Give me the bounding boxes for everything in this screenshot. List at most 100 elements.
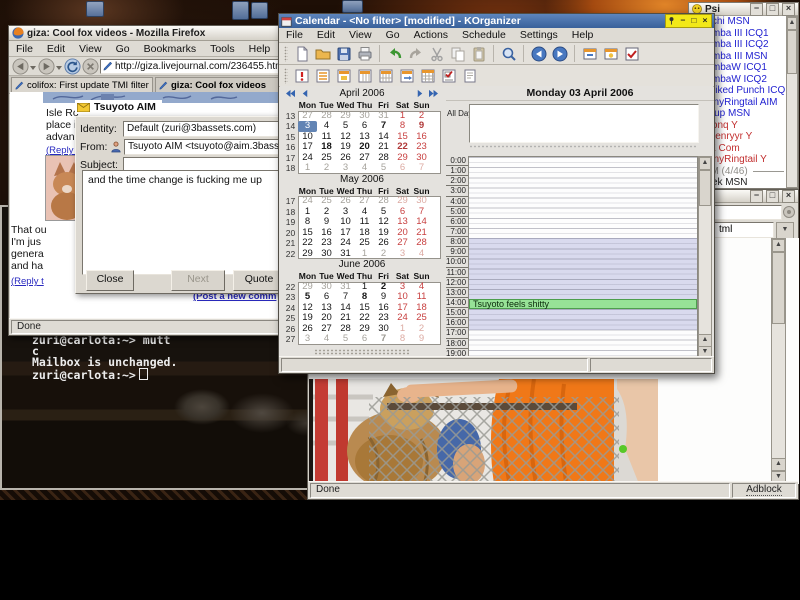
scroll-up-icon[interactable]: ▲ xyxy=(699,157,711,170)
calendar-day[interactable]: 3 xyxy=(298,334,317,345)
psi-scrollbar[interactable]: ▲ xyxy=(786,16,798,188)
next-days-icon[interactable] xyxy=(396,66,417,85)
find-icon[interactable] xyxy=(498,44,519,63)
tab-giza[interactable]: giza: Cool fox videos xyxy=(155,77,297,93)
calendar-day[interactable]: 13 xyxy=(393,217,412,228)
scroll-up-icon[interactable]: ▲ xyxy=(771,458,786,471)
previous-year-icon[interactable] xyxy=(284,88,297,99)
toolbar-grip[interactable] xyxy=(284,68,288,84)
menu-item-actions[interactable]: Actions xyxy=(407,28,455,42)
calendar-day[interactable]: 30 xyxy=(317,249,336,260)
show-todo-icon[interactable] xyxy=(621,44,642,63)
menu-item-file[interactable]: File xyxy=(9,42,40,56)
calendar-day[interactable]: 10 xyxy=(393,292,412,303)
undo-icon[interactable] xyxy=(384,44,405,63)
desktop-icon[interactable] xyxy=(86,1,104,17)
desktop-icon[interactable] xyxy=(232,1,249,20)
calendar-day[interactable]: 2 xyxy=(317,163,336,174)
pin-icon[interactable] xyxy=(667,16,677,26)
calendar-day[interactable]: 10 xyxy=(336,217,355,228)
firefox-titlebar[interactable]: giza: Cool fox videos - Mozilla Firefox xyxy=(9,26,299,41)
minimize-icon[interactable]: − xyxy=(750,3,763,16)
all-day-events-box[interactable] xyxy=(469,104,699,143)
calendar-day[interactable]: 25 xyxy=(317,196,336,207)
close-icon[interactable]: × xyxy=(782,190,795,203)
menu-item-edit[interactable]: Edit xyxy=(310,28,342,42)
week-icon[interactable] xyxy=(375,66,396,85)
calendar-day[interactable]: 4 xyxy=(355,163,374,174)
calendar-day[interactable]: 28 xyxy=(374,196,393,207)
calendar-day[interactable]: 27 xyxy=(355,196,374,207)
menu-item-help[interactable]: Help xyxy=(242,42,278,56)
go-back-icon[interactable] xyxy=(528,44,549,63)
calendar-day[interactable]: 9 xyxy=(412,121,431,132)
scroll-up-icon[interactable]: ▲ xyxy=(787,17,797,30)
todo-list-icon[interactable] xyxy=(438,66,459,85)
calendar-day[interactable]: 4 xyxy=(317,121,336,132)
desktop-icon[interactable] xyxy=(251,2,268,19)
calendar-day[interactable]: 27 xyxy=(393,238,412,249)
calendar-day[interactable]: 29 xyxy=(393,196,412,207)
calendar-day[interactable]: 20 xyxy=(355,142,374,153)
calendar-day[interactable]: 23 xyxy=(374,313,393,324)
splitter-handle[interactable] xyxy=(469,145,697,148)
calendar-day[interactable]: 1 xyxy=(298,163,317,174)
calendar-day[interactable]: 7 xyxy=(374,334,393,345)
calendar-day[interactable]: 30 xyxy=(412,196,431,207)
scrollbar-thumb[interactable] xyxy=(699,170,711,206)
calendar-day[interactable]: 6 xyxy=(355,121,374,132)
menu-item-bookmarks[interactable]: Bookmarks xyxy=(137,42,204,56)
menu-item-file[interactable]: File xyxy=(279,28,310,42)
scrollbar-thumb[interactable] xyxy=(787,30,797,74)
agenda-scrollbar[interactable]: ▲ ▲ ▼ xyxy=(698,156,712,359)
calendar-day[interactable]: 4 xyxy=(317,334,336,345)
scrollbar-thumb[interactable] xyxy=(772,252,785,324)
calendar-day[interactable]: 24 xyxy=(298,196,317,207)
next-year-icon[interactable] xyxy=(427,88,440,99)
calendar-day[interactable]: 23 xyxy=(317,238,336,249)
show-week-icon[interactable] xyxy=(600,44,621,63)
print-icon[interactable] xyxy=(354,44,375,63)
browser2-scrollbar[interactable]: ▲ ▲ ▼ xyxy=(771,238,786,484)
whats-next-icon[interactable] xyxy=(291,66,312,85)
calendar-day[interactable]: 8 xyxy=(298,217,317,228)
list-icon[interactable] xyxy=(312,66,333,85)
calendar-day[interactable]: 9 xyxy=(374,292,393,303)
month-icon[interactable] xyxy=(417,66,438,85)
calendar-day[interactable]: 5 xyxy=(336,121,355,132)
calendar-day[interactable]: 22 xyxy=(393,142,412,153)
calendar-day[interactable]: 21 xyxy=(374,142,393,153)
back-dropdown-icon[interactable] xyxy=(30,66,36,73)
identity-field[interactable]: Default (zuri@3bassets.com) xyxy=(123,121,290,137)
menu-item-edit[interactable]: Edit xyxy=(40,42,72,56)
open-folder-icon[interactable] xyxy=(312,44,333,63)
new-document-icon[interactable] xyxy=(291,44,312,63)
close-icon[interactable]: × xyxy=(700,16,710,26)
calendar-day[interactable]: 3 xyxy=(336,163,355,174)
calendar-day[interactable]: 25 xyxy=(412,313,431,324)
calendar-day[interactable]: 8 xyxy=(393,334,412,345)
adblock-button[interactable]: Adblock xyxy=(732,483,796,498)
calendar-day[interactable]: 19 xyxy=(298,313,317,324)
calendar-day[interactable]: 29 xyxy=(298,249,317,260)
calendar-day[interactable]: 26 xyxy=(336,196,355,207)
save-icon[interactable] xyxy=(333,44,354,63)
mail-dialog[interactable]: Tsuyoto AIM Identity: Default (zuri@3bas… xyxy=(75,100,293,292)
from-field[interactable]: Tsuyoto AIM <tsuyoto@aim.3bassets.com> xyxy=(124,139,290,155)
menu-item-tools[interactable]: Tools xyxy=(203,42,242,56)
calendar-day[interactable]: 1 xyxy=(355,249,374,260)
calendar-day[interactable]: 6 xyxy=(355,334,374,345)
back-icon[interactable] xyxy=(12,58,29,75)
previous-month-icon[interactable] xyxy=(298,88,311,99)
event-tsuyoto[interactable]: Tsuyoto feels shitty xyxy=(469,299,697,309)
calendar-day[interactable]: 24 xyxy=(393,313,412,324)
maximize-icon[interactable]: □ xyxy=(689,16,699,26)
day-icon[interactable] xyxy=(333,66,354,85)
calendar-day[interactable]: 26 xyxy=(374,238,393,249)
toolbar-grip[interactable] xyxy=(284,46,288,62)
menu-item-schedule[interactable]: Schedule xyxy=(455,28,513,42)
calendar-day[interactable]: 14 xyxy=(412,217,431,228)
calendar-day[interactable]: 23 xyxy=(412,142,431,153)
go-forward-icon[interactable] xyxy=(549,44,570,63)
calendar-day[interactable]: 3 xyxy=(298,121,317,132)
